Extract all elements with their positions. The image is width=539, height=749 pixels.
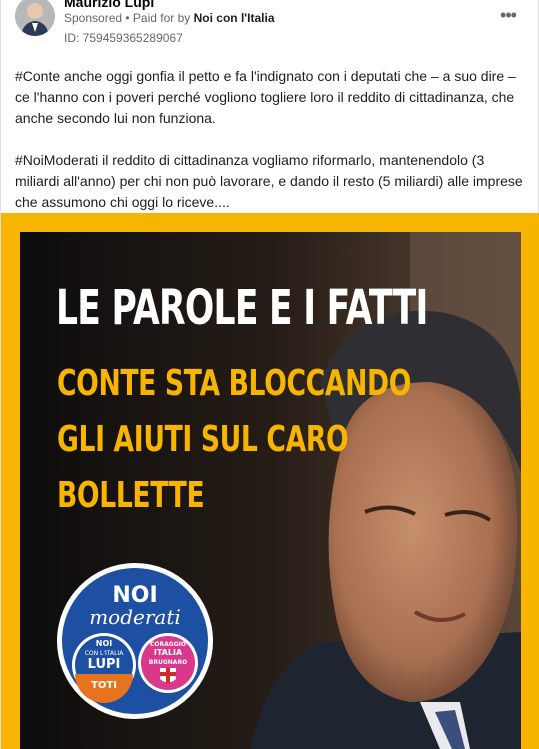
logo-right-name: BRUGNARO [149,659,187,666]
advertiser-name[interactable]: Maurizio Lupi [64,0,154,10]
ad-headline: LE PAROLE E I FATTI [56,280,428,336]
ad-subheadline: GLI AIUTI SUL CARO [57,419,349,460]
paid-for-by-link[interactable]: Noi con l'Italia [194,11,275,25]
logo-right-mid: ITALIA [154,648,183,657]
ad-creative[interactable]: LE PAROLE E I FATTI CONTE STA BLOCCANDO … [1,213,539,749]
logo-left-mid: CON L'ITALIA [85,650,124,657]
party-logo: NOI moderati NOI CON L'ITALIA LUPI TOTI … [56,562,214,720]
more-options-icon[interactable]: ••• [496,6,520,25]
ad-card: Maurizio Lupi Sponsored • Paid for by No… [0,0,539,749]
logo-left-top: NOI [96,639,112,648]
sponsored-label: Sponsored [64,11,123,25]
post-paragraph: #Conte anche oggi gonfia il petto e fa l… [15,68,516,126]
ad-subheadline: CONTE STA BLOCCANDO [57,363,412,404]
creative-image: LE PAROLE E I FATTI CONTE STA BLOCCANDO … [20,232,521,749]
ad-subheadline: BOLLETTE [57,475,205,516]
post-header: Maurizio Lupi Sponsored • Paid for by No… [1,0,538,50]
paid-for-prefix: • Paid for by [125,11,191,25]
post-text: #Conte anche oggi gonfia il petto e fa l… [15,66,525,213]
logo-left-name: LUPI [88,657,121,672]
logo-left-bottom: TOTI [91,680,117,691]
logo-subtitle: moderati [89,605,181,629]
logo-right-top: CORAGGIO [150,641,186,648]
ad-id: ID: 759459365289067 [64,31,183,45]
sponsored-line: Sponsored • Paid for by Noi con l'Italia [64,11,275,25]
avatar[interactable] [15,0,55,36]
post-paragraph: #NoiModerati il reddito di cittadinanza … [15,152,523,210]
